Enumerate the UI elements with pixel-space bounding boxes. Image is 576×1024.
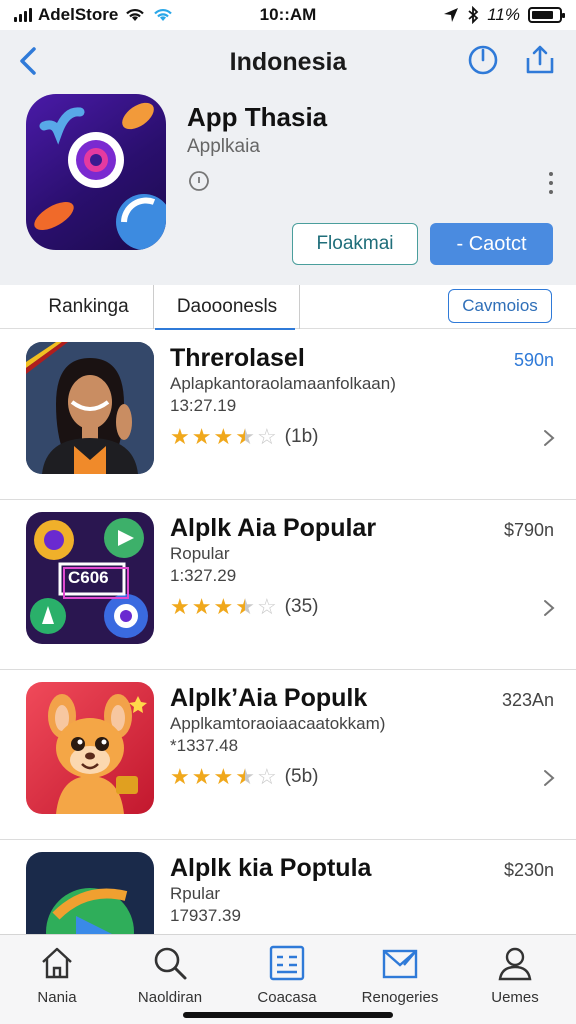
share-icon[interactable] bbox=[522, 42, 558, 78]
star-empty-icon: ☆ bbox=[256, 764, 277, 789]
list-item[interactable]: Threrolasel Aplapkantoraolamaanfolkaan) … bbox=[0, 330, 576, 500]
rating-count: (5b) bbox=[284, 766, 319, 787]
search-icon bbox=[154, 947, 187, 980]
battery-percent: 11% bbox=[487, 5, 520, 24]
chevron-right-icon bbox=[544, 430, 555, 446]
list-icon bbox=[269, 945, 305, 981]
app-title: Alplk Aia Popular bbox=[170, 514, 377, 542]
bottom-tab-profile[interactable]: Uemes bbox=[460, 943, 570, 1013]
bottom-tab-profile-label: Uemes bbox=[491, 989, 539, 1006]
tab-rankings[interactable]: Rankinga bbox=[24, 285, 154, 329]
star-full-icon: ★ bbox=[213, 424, 234, 449]
chevron-right-icon bbox=[544, 600, 555, 616]
app-subtitle: Ropular bbox=[170, 544, 230, 563]
carrier-name: AdelStore bbox=[38, 5, 119, 24]
tab-rankings-label: Rankinga bbox=[48, 296, 129, 317]
wifi-icon bbox=[126, 9, 145, 21]
star-full-icon: ★ bbox=[170, 764, 190, 789]
star-full-icon: ★ bbox=[170, 424, 190, 449]
app-subtitle: Applkamtoraoiaacaatokkam) bbox=[170, 714, 386, 733]
hotspot-icon bbox=[154, 9, 173, 21]
star-half-icon: ★ bbox=[235, 424, 255, 449]
contact-button[interactable]: - Caotct bbox=[430, 223, 553, 265]
bottom-tab-messages-label: Renogeries bbox=[361, 989, 439, 1006]
app-developer: Applkaia bbox=[187, 136, 260, 157]
app-date: *1337.48 bbox=[170, 736, 239, 755]
list-item[interactable]: C606 Alplk Aia Popular Ropular 1:327.29 … bbox=[0, 500, 576, 670]
more-options-icon[interactable] bbox=[548, 172, 554, 194]
app-icon bbox=[26, 94, 166, 250]
app-date: 17937.39 bbox=[170, 906, 241, 925]
cellular-signal-icon bbox=[14, 8, 32, 22]
segment-tabs: Rankinga Daooonesls Cavmoios bbox=[0, 285, 576, 330]
battery-level bbox=[532, 11, 553, 19]
info-shield-icon[interactable] bbox=[187, 170, 211, 194]
app-price: 323An bbox=[501, 690, 554, 710]
location-arrow-icon bbox=[444, 8, 459, 22]
star-rating: ★ ★ ★ ★ ☆ (35) bbox=[170, 596, 318, 618]
app-date: 13:27.19 bbox=[170, 396, 237, 415]
star-full-icon: ★ bbox=[191, 594, 212, 619]
home-icon bbox=[42, 947, 72, 979]
follow-button[interactable]: Floakmai bbox=[292, 223, 418, 265]
star-full-icon: ★ bbox=[170, 594, 190, 619]
bottom-tab-home-label: Nania bbox=[37, 989, 77, 1006]
app-price: $790n bbox=[503, 520, 554, 540]
status-left: AdelStore bbox=[14, 5, 174, 25]
star-full-icon: ★ bbox=[213, 594, 234, 619]
star-empty-icon: ☆ bbox=[256, 424, 277, 449]
categories-button[interactable]: Cavmoios bbox=[448, 289, 552, 323]
thumbnail-badge: C606 bbox=[68, 568, 109, 587]
star-full-icon: ★ bbox=[191, 764, 212, 789]
camera-app-artwork bbox=[34, 102, 166, 250]
app-title: Alplk kia Poptula bbox=[170, 854, 372, 882]
person-icon bbox=[498, 947, 532, 981]
app-header: Indonesia App Thasia Applkaia Floakmai -… bbox=[0, 30, 576, 285]
home-indicator[interactable] bbox=[183, 1012, 393, 1018]
cartoon-kangaroo-thumbnail bbox=[26, 682, 154, 814]
app-title: Threrolasel bbox=[170, 344, 305, 372]
status-right: 11% bbox=[443, 5, 565, 25]
app-subtitle: Rpular bbox=[170, 884, 221, 903]
rating-count: (1b) bbox=[284, 426, 319, 447]
tab-details-label: Daooonesls bbox=[176, 296, 278, 317]
bottom-tab-bar: Nania Naoldiran Coacasa Renogeries Uemes bbox=[0, 934, 576, 1024]
star-full-icon: ★ bbox=[213, 764, 234, 789]
rating-count: (35) bbox=[284, 596, 319, 617]
list-item[interactable]: Alplk’Aia Populk Applkamtoraoiaacaatokka… bbox=[0, 670, 576, 840]
game-apps-thumbnail: C606 bbox=[26, 512, 154, 644]
bottom-tab-messages[interactable]: Renogeries bbox=[345, 943, 455, 1013]
bluetooth-icon bbox=[468, 6, 479, 24]
app-price: $230n bbox=[503, 860, 554, 880]
bottom-tab-search-label: Naoldiran bbox=[137, 989, 203, 1006]
star-half-icon: ★ bbox=[235, 594, 255, 619]
status-bar: AdelStore 10::AM 11% bbox=[0, 0, 576, 30]
app-subtitle: Aplapkantoraolamaanfolkaan) bbox=[170, 374, 396, 393]
bottom-tab-home[interactable]: Nania bbox=[2, 943, 112, 1013]
star-empty-icon: ☆ bbox=[256, 594, 277, 619]
bottom-tab-list[interactable]: Coacasa bbox=[232, 943, 342, 1013]
woman-portrait-thumbnail bbox=[26, 342, 154, 474]
mail-icon bbox=[382, 949, 418, 979]
nav-row: Indonesia bbox=[0, 38, 576, 82]
star-half-icon: ★ bbox=[235, 764, 255, 789]
star-full-icon: ★ bbox=[191, 424, 212, 449]
app-date: 1:327.29 bbox=[170, 566, 237, 585]
tab-details[interactable]: Daooonesls bbox=[155, 285, 300, 330]
battery-icon bbox=[528, 7, 565, 23]
bottom-tab-search[interactable]: Naoldiran bbox=[115, 943, 225, 1013]
bottom-tab-list-label: Coacasa bbox=[257, 989, 317, 1006]
app-title: Alplk’Aia Populk bbox=[170, 684, 368, 712]
timer-icon[interactable] bbox=[465, 42, 501, 78]
app-list: Threrolasel Aplapkantoraolamaanfolkaan) … bbox=[0, 330, 576, 1010]
star-rating: ★ ★ ★ ★ ☆ (5b) bbox=[170, 766, 318, 788]
app-price: 590n bbox=[513, 350, 554, 370]
star-rating: ★ ★ ★ ★ ☆ (1b) bbox=[170, 426, 318, 448]
chevron-right-icon bbox=[544, 770, 555, 786]
app-name: App Thasia bbox=[187, 102, 328, 132]
